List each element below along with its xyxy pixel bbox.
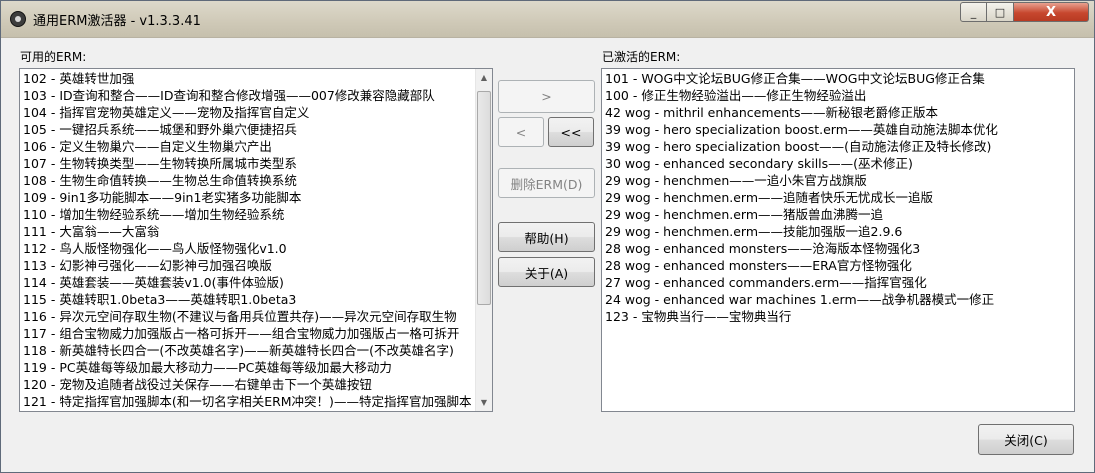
app-gear-icon[interactable] xyxy=(10,11,26,27)
list-item[interactable]: 117 - 组合宝物威力加强版占一格可拆开——组合宝物威力加强版占一格可拆开 xyxy=(23,325,474,342)
scroll-down-arrow-icon[interactable]: ▼ xyxy=(476,394,492,411)
minimize-button[interactable]: _ xyxy=(960,2,987,22)
list-item[interactable]: 116 - 异次元空间存取生物(不建议与备用兵位置共存)——异次元空间存取生物 xyxy=(23,308,474,325)
list-item[interactable]: 42 wog - mithril enhancements——新秘银老爵修正版本 xyxy=(605,104,1074,121)
erm-activator-window: 通用ERM激活器 - v1.3.3.41 _ □ X 可用的ERM: 102 -… xyxy=(0,0,1095,473)
available-erm-items: 102 - 英雄转世加强 103 - ID查询和整合——ID查询和整合修改增强——… xyxy=(23,70,474,410)
list-item[interactable]: 120 - 宠物及追随者战役过关保存——右键单击下一个英雄按钮 xyxy=(23,376,474,393)
list-item[interactable]: 119 - PC英雄每等级加最大移动力——PC英雄每等级加最大移动力 xyxy=(23,359,474,376)
window-title: 通用ERM激活器 - v1.3.3.41 xyxy=(33,14,201,29)
list-item[interactable]: 108 - 生物生命值转换——生物总生命值转换系统 xyxy=(23,172,474,189)
window-controls: _ □ X xyxy=(960,2,1089,23)
available-erm-label: 可用的ERM: xyxy=(20,50,87,64)
list-item[interactable]: 118 - 新英雄特长四合一(不改英雄名字)——新英雄特长四合一(不改英雄名字) xyxy=(23,342,474,359)
list-item[interactable]: 100 - 修正生物经验溢出——修正生物经验溢出 xyxy=(605,87,1074,104)
list-item[interactable]: 39 wog - hero specialization boost.erm——… xyxy=(605,121,1074,138)
available-list-scrollbar[interactable]: ▲ ▼ xyxy=(475,69,492,411)
activated-erm-list[interactable]: 101 - WOG中文论坛BUG修正合集——WOG中文论坛BUG修正合集 100 … xyxy=(601,68,1075,412)
list-item[interactable]: 112 - 鸟人版怪物强化——鸟人版怪物强化v1.0 xyxy=(23,240,474,257)
activated-erm-label: 已激活的ERM: xyxy=(602,50,681,64)
remove-all-erm-button[interactable]: << xyxy=(548,117,594,147)
list-item[interactable]: 104 - 指挥官宠物英雄定义——宠物及指挥官自定义 xyxy=(23,104,474,121)
list-item[interactable]: 121 - 特定指挥官加强脚本(和一切名字相关ERM冲突！)——特定指挥官加强脚… xyxy=(23,393,474,410)
list-item[interactable]: 102 - 英雄转世加强 xyxy=(23,70,474,87)
list-item[interactable]: 101 - WOG中文论坛BUG修正合集——WOG中文论坛BUG修正合集 xyxy=(605,70,1074,87)
list-item[interactable]: 105 - 一键招兵系统——城堡和野外巢穴便捷招兵 xyxy=(23,121,474,138)
list-item[interactable]: 30 wog - enhanced secondary skills——(巫术修… xyxy=(605,155,1074,172)
about-button[interactable]: 关于(A) xyxy=(498,257,595,287)
list-item[interactable]: 123 - 宝物典当行——宝物典当行 xyxy=(605,308,1074,325)
list-item[interactable]: 109 - 9in1多功能脚本——9in1老实猪多功能脚本 xyxy=(23,189,474,206)
list-item[interactable]: 29 wog - henchmen.erm——技能加强版一追2.9.6 xyxy=(605,223,1074,240)
list-item[interactable]: 27 wog - enhanced commanders.erm——指挥官强化 xyxy=(605,274,1074,291)
list-item[interactable]: 24 wog - enhanced war machines 1.erm——战争… xyxy=(605,291,1074,308)
list-item[interactable]: 29 wog - henchmen——一追小朱官方战旗版 xyxy=(605,172,1074,189)
list-item[interactable]: 113 - 幻影神弓强化——幻影神弓加强召唤版 xyxy=(23,257,474,274)
list-item[interactable]: 110 - 增加生物经验系统——增加生物经验系统 xyxy=(23,206,474,223)
list-item[interactable]: 28 wog - enhanced monsters——沧海版本怪物强化3 xyxy=(605,240,1074,257)
available-erm-list[interactable]: 102 - 英雄转世加强 103 - ID查询和整合——ID查询和整合修改增强——… xyxy=(19,68,493,412)
list-item[interactable]: 103 - ID查询和整合——ID查询和整合修改增强——007修改兼容隐藏部队 xyxy=(23,87,474,104)
scrollbar-thumb[interactable] xyxy=(477,91,491,305)
list-item[interactable]: 114 - 英雄套装——英雄套装v1.0(事件体验版) xyxy=(23,274,474,291)
title-bar[interactable]: 通用ERM激活器 - v1.3.3.41 _ □ X xyxy=(1,1,1094,38)
list-item[interactable]: 111 - 大富翁——大富翁 xyxy=(23,223,474,240)
list-item[interactable]: 39 wog - hero specialization boost——(自动施… xyxy=(605,138,1074,155)
list-item[interactable]: 29 wog - henchmen.erm——猪版兽血沸腾一追 xyxy=(605,206,1074,223)
list-item[interactable]: 107 - 生物转换类型——生物转换所属城市类型系 xyxy=(23,155,474,172)
list-item[interactable]: 115 - 英雄转职1.0beta3——英雄转职1.0beta3 xyxy=(23,291,474,308)
close-window-button[interactable]: X xyxy=(1014,2,1089,22)
scroll-up-arrow-icon[interactable]: ▲ xyxy=(476,69,492,86)
activated-erm-items: 101 - WOG中文论坛BUG修正合集——WOG中文论坛BUG修正合集 100 … xyxy=(605,70,1074,325)
list-item[interactable]: 28 wog - enhanced monsters——ERA官方怪物强化 xyxy=(605,257,1074,274)
list-item[interactable]: 106 - 定义生物巢穴——自定义生物巢穴产出 xyxy=(23,138,474,155)
add-erm-button[interactable]: > xyxy=(498,80,595,113)
help-button[interactable]: 帮助(H) xyxy=(498,222,595,252)
close-dialog-button[interactable]: 关闭(C) xyxy=(978,424,1074,455)
list-item[interactable]: 29 wog - henchmen.erm——追随者快乐无忧成长一追版 xyxy=(605,189,1074,206)
remove-erm-button[interactable]: < xyxy=(498,117,544,147)
delete-erm-button[interactable]: 删除ERM(D) xyxy=(498,168,595,198)
maximize-button[interactable]: □ xyxy=(987,2,1014,22)
